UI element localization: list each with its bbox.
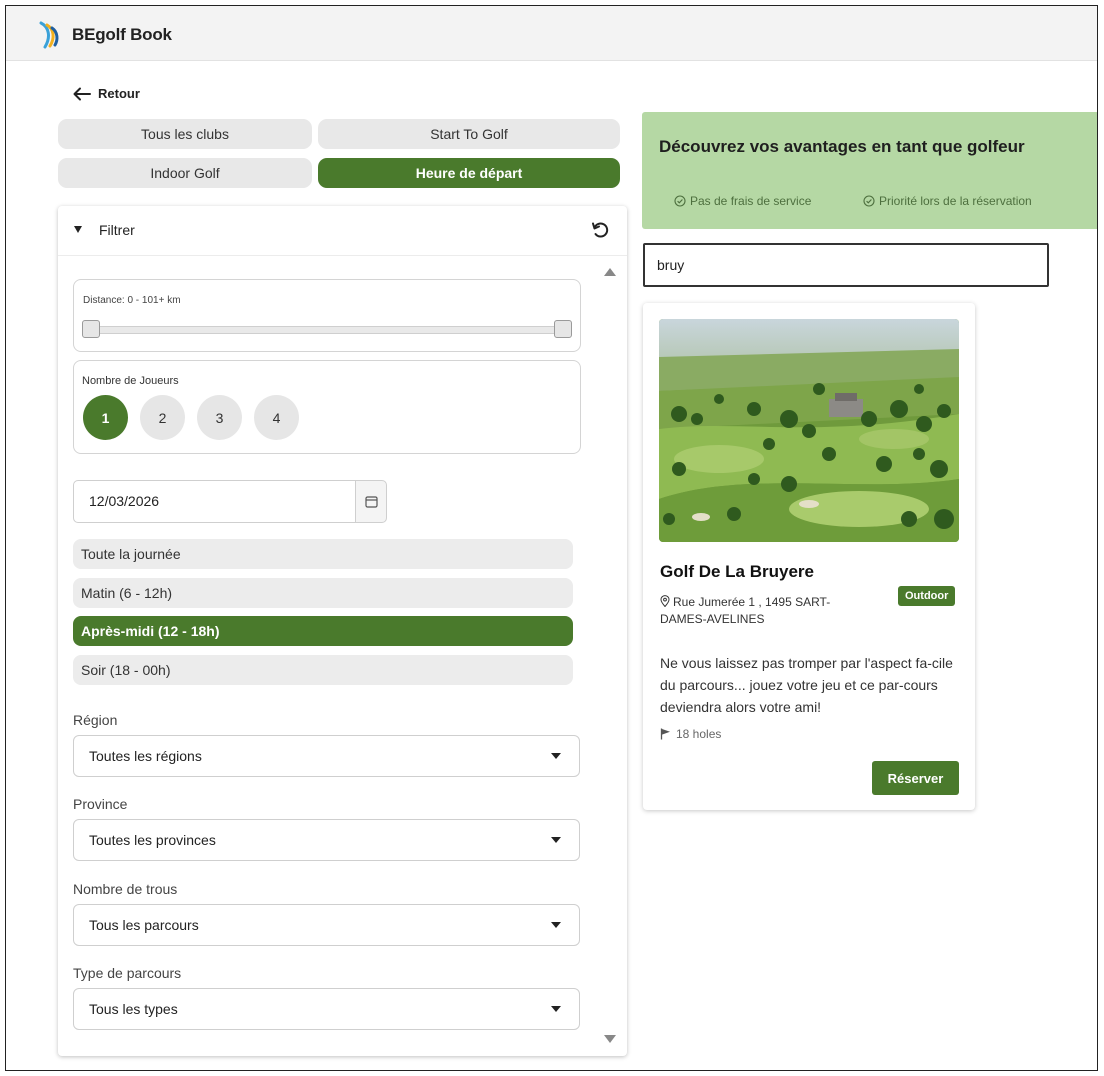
benefits-banner: Découvrez vos avantages en tant que golf… bbox=[642, 112, 1097, 229]
reserve-button[interactable]: Réserver bbox=[872, 761, 959, 795]
club-card: Golf De La Bruyere Outdoor Rue Jumerée 1… bbox=[643, 303, 975, 810]
chevron-down-icon bbox=[551, 922, 561, 928]
outdoor-badge: Outdoor bbox=[898, 586, 956, 606]
scroll-down-icon[interactable] bbox=[604, 1035, 616, 1043]
club-address-text: Rue Jumerée 1 , 1495 SART-DAMES-AVELINES bbox=[660, 595, 831, 626]
benefit-no-fees: Pas de frais de service bbox=[674, 194, 811, 208]
distance-label: Distance: 0 - 101+ km bbox=[83, 295, 181, 306]
course-type-select[interactable]: Tous les types bbox=[73, 988, 580, 1030]
course-type-select-value: Tous les types bbox=[89, 1001, 178, 1017]
club-name: Golf De La Bruyere bbox=[660, 562, 814, 581]
course-type-label: Type de parcours bbox=[73, 965, 182, 981]
caret-down-icon bbox=[74, 226, 82, 233]
province-select[interactable]: Toutes les provinces bbox=[73, 819, 580, 861]
holes-count-select[interactable]: Tous les parcours bbox=[73, 904, 580, 946]
chevron-down-icon bbox=[551, 1006, 561, 1012]
benefit-priority-text: Priorité lors de la réservation bbox=[879, 194, 1032, 208]
filter-header[interactable]: Filtrer bbox=[58, 206, 627, 256]
club-image bbox=[659, 319, 959, 542]
holes-count-select-value: Tous les parcours bbox=[89, 917, 199, 933]
app-window: BEgolf Book Retour Tous les clubs Start … bbox=[5, 5, 1098, 1071]
tab-start-to-golf[interactable]: Start To Golf bbox=[318, 119, 620, 149]
player-count-1[interactable]: 1 bbox=[83, 395, 128, 440]
begolf-logo-icon bbox=[39, 21, 59, 49]
time-option-evening[interactable]: Soir (18 - 00h) bbox=[73, 655, 573, 685]
distance-box: Distance: 0 - 101+ km bbox=[73, 279, 581, 352]
province-select-value: Toutes les provinces bbox=[89, 832, 216, 848]
location-pin-icon bbox=[660, 595, 670, 608]
top-bar: BEgolf Book bbox=[6, 6, 1097, 61]
holes-count-label: Nombre de trous bbox=[73, 881, 178, 897]
distance-slider-max-handle[interactable] bbox=[554, 320, 572, 338]
player-count-3[interactable]: 3 bbox=[197, 395, 242, 440]
distance-slider-track[interactable] bbox=[91, 326, 563, 334]
chevron-down-icon bbox=[551, 753, 561, 759]
golf-course-aerial-photo bbox=[659, 319, 959, 542]
holes-info: 18 holes bbox=[660, 727, 721, 741]
player-count-2[interactable]: 2 bbox=[140, 395, 185, 440]
region-select-value: Toutes les régions bbox=[89, 748, 202, 764]
banner-title: Découvrez vos avantages en tant que golf… bbox=[659, 137, 1025, 156]
check-circle-icon bbox=[863, 195, 875, 207]
holes-count-text: 18 holes bbox=[676, 727, 722, 741]
arrow-left-icon bbox=[73, 87, 91, 100]
benefit-priority: Priorité lors de la réservation bbox=[863, 194, 1032, 208]
search-input[interactable] bbox=[643, 243, 1049, 287]
back-label: Retour bbox=[98, 86, 140, 101]
tab-indoor-golf[interactable]: Indoor Golf bbox=[58, 158, 312, 188]
check-circle-icon bbox=[674, 195, 686, 207]
distance-slider-min-handle[interactable] bbox=[82, 320, 100, 338]
calendar-icon bbox=[364, 496, 378, 508]
back-link[interactable]: Retour bbox=[73, 86, 140, 101]
tab-all-clubs[interactable]: Tous les clubs bbox=[58, 119, 312, 149]
time-option-morning[interactable]: Matin (6 - 12h) bbox=[73, 578, 573, 608]
date-field[interactable]: 12/03/2026 bbox=[73, 480, 356, 523]
club-address: Rue Jumerée 1 , 1495 SART-DAMES-AVELINES bbox=[660, 594, 875, 628]
reset-icon[interactable] bbox=[590, 220, 610, 240]
region-label: Région bbox=[73, 712, 118, 728]
players-label: Nombre de Joueurs bbox=[82, 375, 179, 387]
chevron-down-icon bbox=[551, 837, 561, 843]
region-select[interactable]: Toutes les régions bbox=[73, 735, 580, 777]
players-box: Nombre de Joueurs 1 2 3 4 bbox=[73, 360, 581, 454]
scroll-up-icon[interactable] bbox=[604, 268, 616, 276]
time-option-afternoon[interactable]: Après-midi (12 - 18h) bbox=[73, 616, 573, 646]
filter-panel: Filtrer Distance: 0 - 101+ km Nombre de … bbox=[58, 206, 627, 1056]
club-description: Ne vous laissez pas tromper par l'aspect… bbox=[660, 655, 953, 715]
tab-tee-time[interactable]: Heure de départ bbox=[318, 158, 620, 188]
filter-title: Filtrer bbox=[99, 222, 135, 238]
calendar-button[interactable] bbox=[355, 480, 387, 523]
province-label: Province bbox=[73, 796, 128, 812]
time-option-all-day[interactable]: Toute la journée bbox=[73, 539, 573, 569]
benefit-no-fees-text: Pas de frais de service bbox=[690, 194, 812, 208]
app-title: BEgolf Book bbox=[72, 25, 172, 44]
player-count-4[interactable]: 4 bbox=[254, 395, 299, 440]
flag-icon bbox=[660, 728, 670, 740]
